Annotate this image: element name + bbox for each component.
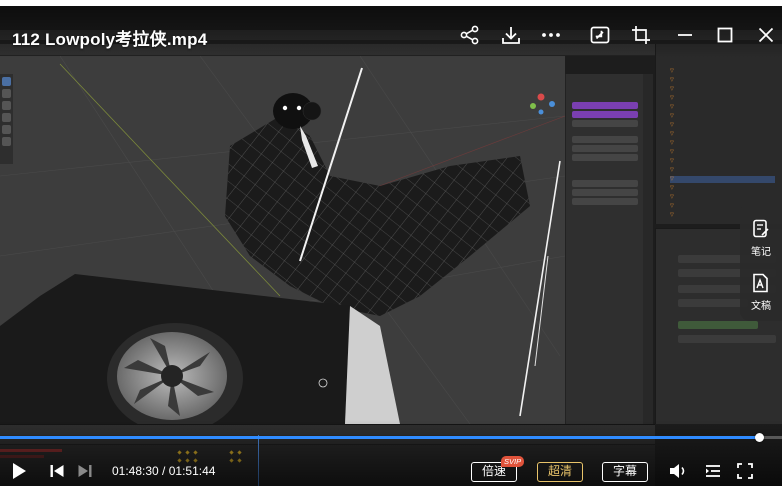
maximize-icon[interactable] xyxy=(714,24,736,46)
video-frame-scene xyxy=(0,56,565,424)
video-frame-toolbar xyxy=(0,74,13,164)
progress-bar[interactable] xyxy=(0,433,782,442)
current-time: 01:48:30 xyxy=(112,464,159,478)
quality-button[interactable]: 超清 xyxy=(537,462,583,482)
playlist-icon[interactable] xyxy=(704,462,722,480)
notes-button[interactable]: 笔记 xyxy=(740,209,782,261)
notes-label: 笔记 xyxy=(751,247,771,258)
svip-badge: SVIP xyxy=(501,456,525,467)
app-window: ▽ ▽ ▽ ▽ ▽ ▽ ▽ ▽ ▽ ▽ ▽ ▽ ▽ ▽ ▽ ▽ ▽ 112 Lo… xyxy=(0,0,782,495)
progress-handle[interactable] xyxy=(755,433,764,442)
video-frame-3d-viewport xyxy=(0,56,565,424)
progress-fill xyxy=(0,436,759,439)
video-frame-n-panel xyxy=(565,74,643,424)
video-player[interactable]: ▽ ▽ ▽ ▽ ▽ ▽ ▽ ▽ ▽ ▽ ▽ ▽ ▽ ▽ ▽ ▽ ▽ xyxy=(0,6,782,486)
subtitle-button[interactable]: 字幕 xyxy=(602,462,648,482)
fullscreen-icon[interactable] xyxy=(736,462,754,480)
crop-icon[interactable] xyxy=(630,24,652,46)
time-separator: / xyxy=(158,464,169,478)
notes-icon xyxy=(753,219,769,238)
doc-button[interactable]: 文稿 xyxy=(740,263,782,315)
picture-in-picture-icon[interactable] xyxy=(589,24,611,46)
video-frame-sidebar-tabs xyxy=(643,74,653,424)
close-icon[interactable] xyxy=(755,24,777,46)
share-icon[interactable] xyxy=(459,24,481,46)
document-icon xyxy=(753,273,768,293)
doc-label: 文稿 xyxy=(751,301,771,312)
minimize-icon[interactable] xyxy=(674,24,696,46)
play-icon[interactable] xyxy=(10,461,28,481)
download-icon[interactable] xyxy=(500,24,522,46)
volume-icon[interactable] xyxy=(668,462,688,480)
more-icon[interactable] xyxy=(540,24,562,46)
video-title: 112 Lowpoly考拉侠.mp4 xyxy=(12,30,208,49)
next-icon[interactable] xyxy=(77,463,93,479)
previous-icon[interactable] xyxy=(49,463,65,479)
video-frame-outliner: ▽ ▽ ▽ ▽ ▽ ▽ ▽ ▽ ▽ ▽ ▽ ▽ ▽ ▽ ▽ ▽ ▽ xyxy=(655,44,782,224)
side-tool-panel: 笔记 文稿 xyxy=(740,203,782,321)
time-display: 01:48:30 / 01:51:44 xyxy=(112,464,215,478)
duration: 01:51:44 xyxy=(168,464,216,478)
